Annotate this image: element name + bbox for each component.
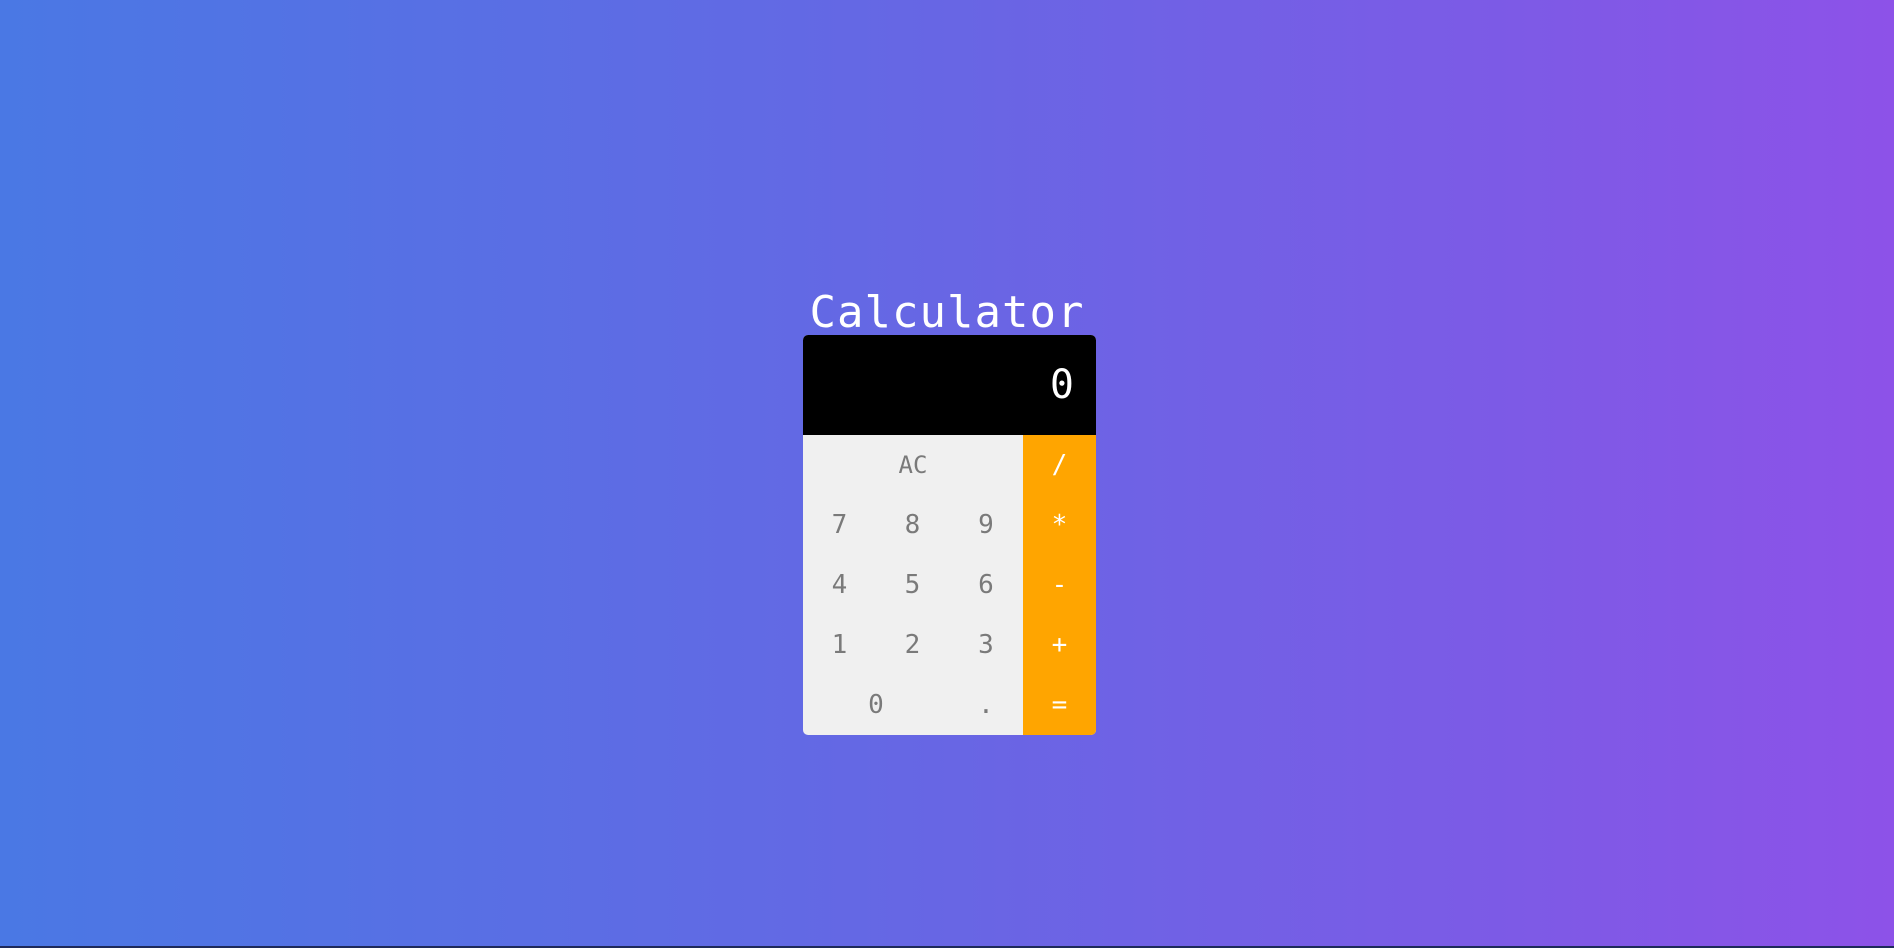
multiply-button[interactable]: * bbox=[1023, 495, 1096, 555]
divide-button[interactable]: / bbox=[1023, 435, 1096, 495]
subtract-button[interactable]: - bbox=[1023, 555, 1096, 615]
digit-2-button[interactable]: 2 bbox=[876, 615, 949, 675]
digit-7-button[interactable]: 7 bbox=[803, 495, 876, 555]
clear-button[interactable]: AC bbox=[803, 435, 1023, 495]
equals-button[interactable]: = bbox=[1023, 675, 1096, 735]
digit-4-button[interactable]: 4 bbox=[803, 555, 876, 615]
decimal-button[interactable]: . bbox=[949, 675, 1023, 735]
add-button[interactable]: + bbox=[1023, 615, 1096, 675]
calculator-display: 0 bbox=[803, 335, 1096, 435]
digit-1-button[interactable]: 1 bbox=[803, 615, 876, 675]
digit-6-button[interactable]: 6 bbox=[949, 555, 1023, 615]
page-title: Calculator bbox=[809, 287, 1085, 339]
digit-8-button[interactable]: 8 bbox=[876, 495, 949, 555]
digit-9-button[interactable]: 9 bbox=[949, 495, 1023, 555]
digit-5-button[interactable]: 5 bbox=[876, 555, 949, 615]
digit-0-button[interactable]: 0 bbox=[803, 675, 949, 735]
calculator: 0 AC / 7 8 9 * 4 5 6 - 1 2 3 + 0 . = bbox=[803, 335, 1096, 735]
digit-3-button[interactable]: 3 bbox=[949, 615, 1023, 675]
calculator-keypad: AC / 7 8 9 * 4 5 6 - 1 2 3 + 0 . = bbox=[803, 435, 1096, 735]
